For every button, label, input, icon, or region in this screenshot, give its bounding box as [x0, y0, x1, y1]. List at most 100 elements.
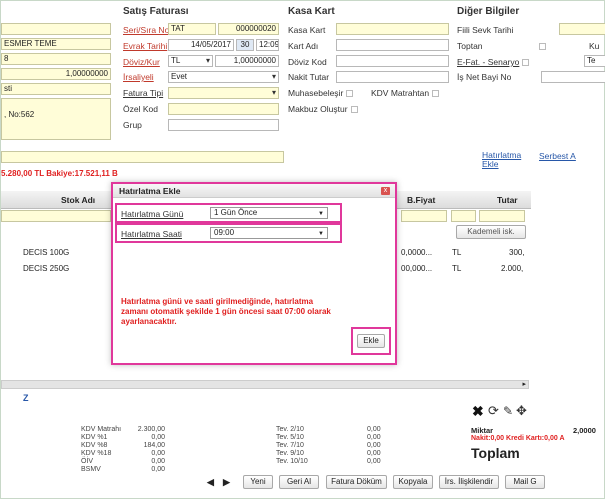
row-marker: Z	[23, 393, 29, 403]
description-input[interactable]	[1, 151, 284, 163]
series-input[interactable]: TAT	[168, 23, 216, 35]
customer-rate-field[interactable]: 1,00000000	[1, 68, 111, 80]
special-code-label: Özel Kod	[123, 104, 158, 114]
cash-amount-input[interactable]	[336, 71, 449, 83]
currency-code-input[interactable]	[336, 55, 449, 67]
total-value: 2.300,00	[137, 426, 165, 433]
accounting-text: Muhasebeleşir	[288, 88, 344, 98]
tev-label: Tev. 5/10	[276, 434, 304, 441]
col-price: B.Fiyat	[407, 195, 436, 205]
special-code-input[interactable]	[168, 103, 279, 115]
totals-labels-1: KDV Matrahı KDV %1 KDV %8 KDV %18 ÖİV BS…	[81, 426, 121, 474]
tev-value: 0,00	[367, 434, 381, 441]
quantity-value: 2,0000	[573, 426, 596, 435]
copy-button[interactable]: Kopyala	[393, 475, 433, 489]
shipment-date-input[interactable]	[559, 23, 605, 35]
reminder-add-link[interactable]: Hatırlatma Ekle	[482, 151, 522, 169]
totals-labels-2: Tev. 2/10 Tev. 5/10 Tev. 7/10 Tev. 9/10 …	[276, 426, 308, 466]
tev-label: Tev. 7/10	[276, 442, 304, 449]
grid-filter-price[interactable]	[401, 210, 447, 222]
waybill-select[interactable]: Evet	[168, 71, 279, 83]
calendar-icon[interactable]: 30	[236, 39, 254, 51]
tev-value: 0,00	[367, 426, 381, 433]
document-time-input[interactable]: 12:09	[256, 39, 279, 51]
reminder-time-select[interactable]: 09:00	[210, 227, 328, 239]
grid-filter-cur[interactable]	[451, 210, 476, 222]
move-icon[interactable]: ✥	[516, 403, 527, 419]
series-label: Seri/Sıra No	[123, 25, 170, 35]
currency-label: Döviz/Kur	[123, 57, 160, 67]
mail-button[interactable]: Mail G	[505, 475, 545, 489]
row-total: 2.000,	[501, 264, 524, 273]
cash-card-input[interactable]	[336, 23, 449, 35]
vat-base-checkbox[interactable]	[432, 90, 440, 98]
customer-code-field[interactable]	[1, 23, 111, 35]
dealer-label: İş Net Bayi No	[457, 72, 512, 82]
reminder-dialog: Hatırlatma Ekle x Hatırlatma Günü 1 Gün …	[111, 182, 397, 365]
tev-value: 0,00	[367, 442, 381, 449]
prev-record-icon[interactable]: ◀	[207, 477, 214, 488]
next-record-icon[interactable]: ▶	[223, 477, 230, 488]
grid-filter-name[interactable]	[1, 210, 111, 222]
efat-text: E-Fat. - Senaryo	[457, 57, 520, 67]
horizontal-scrollbar[interactable]: ▸	[1, 380, 529, 389]
document-date-input[interactable]: 14/05/2017	[168, 39, 234, 51]
tev-value: 0,00	[367, 450, 381, 457]
close-icon[interactable]: x	[381, 187, 390, 195]
sales-invoice-heading: Satış Faturası	[123, 6, 189, 17]
table-row[interactable]: DECIS 250G	[23, 264, 69, 277]
reminder-day-label: Hatırlatma Günü	[121, 209, 184, 219]
refresh-icon[interactable]: ⟳	[488, 403, 499, 419]
scroll-right-icon[interactable]: ▸	[522, 380, 526, 388]
tev-value: 0,00	[367, 458, 381, 465]
grid-filter-total[interactable]	[479, 210, 525, 222]
customer-city-field[interactable]: sti	[1, 83, 111, 95]
dialog-title: Hatırlatma Ekle	[113, 184, 395, 198]
step-discount-button[interactable]: Kademeli isk.	[456, 225, 526, 239]
currency-code-label: Döviz Kod	[288, 57, 327, 67]
tev-label: Tev. 2/10	[276, 426, 304, 433]
total-label: KDV %8	[81, 442, 108, 449]
total-label: KDV %18	[81, 450, 112, 457]
exchange-rate-input[interactable]: 1,00000000	[215, 55, 279, 67]
delete-icon[interactable]: ✖	[472, 403, 484, 420]
payment-summary: Nakit:0,00 Kredi Kartı:0,00 A	[471, 435, 565, 442]
sequence-input[interactable]: 000000020	[218, 23, 279, 35]
col-stock-name: Stok Adı	[61, 195, 96, 205]
reminder-day-select[interactable]: 1 Gün Önce	[210, 207, 328, 219]
edit-icon[interactable]: ✎	[503, 404, 513, 418]
total-label: ÖİV	[81, 458, 94, 465]
invoice-print-button[interactable]: Fatura Döküm	[326, 475, 387, 489]
shipment-date-label: Fiili Sevk Tarihi	[457, 25, 514, 35]
total-value: 0,00	[151, 458, 165, 465]
group-input[interactable]	[168, 119, 279, 131]
currency-select[interactable]: TL	[168, 55, 213, 67]
balance-text: 5.280,00 TL Bakiye:17.521,11 B	[1, 169, 118, 178]
receipt-text: Makbuz Oluştur	[288, 104, 348, 114]
customer-address-field[interactable]: , No:562	[1, 98, 111, 140]
dealer-input[interactable]	[541, 71, 605, 83]
new-button[interactable]: Yeni	[243, 475, 273, 489]
add-reminder-button[interactable]: Ekle	[357, 334, 385, 348]
ku-label: Ku	[589, 41, 600, 51]
row-price: 0,0000...	[401, 248, 433, 257]
total-value: 0,00	[151, 466, 165, 473]
undo-button[interactable]: Geri Al	[279, 475, 319, 489]
receipt-checkbox[interactable]	[350, 106, 358, 114]
account-name-label: Kart Adı	[288, 41, 319, 51]
totals-values-1: 2.300,00 0,00 184,00 0,00 0,00 0,00	[131, 426, 165, 474]
receipt-label: Makbuz Oluştur	[288, 104, 358, 114]
free-link[interactable]: Serbest A	[539, 151, 576, 161]
link-waybill-button[interactable]: İrs. İlişkilendir	[439, 475, 499, 489]
total-heading: Toplam	[471, 445, 520, 461]
accounting-checkbox[interactable]	[346, 90, 354, 98]
account-name-input[interactable]	[336, 39, 449, 51]
wholesale-checkbox[interactable]	[538, 43, 546, 51]
efat-checkbox[interactable]	[522, 59, 530, 67]
customer-name-field[interactable]: ESMER TEME	[1, 38, 111, 50]
table-row[interactable]: DECIS 100G	[23, 248, 69, 261]
invoice-type-select[interactable]	[168, 87, 279, 99]
customer-num-field[interactable]: 8	[1, 53, 111, 65]
quantity-label: Miktar	[471, 426, 494, 435]
scenario-select[interactable]: Te	[584, 55, 605, 67]
